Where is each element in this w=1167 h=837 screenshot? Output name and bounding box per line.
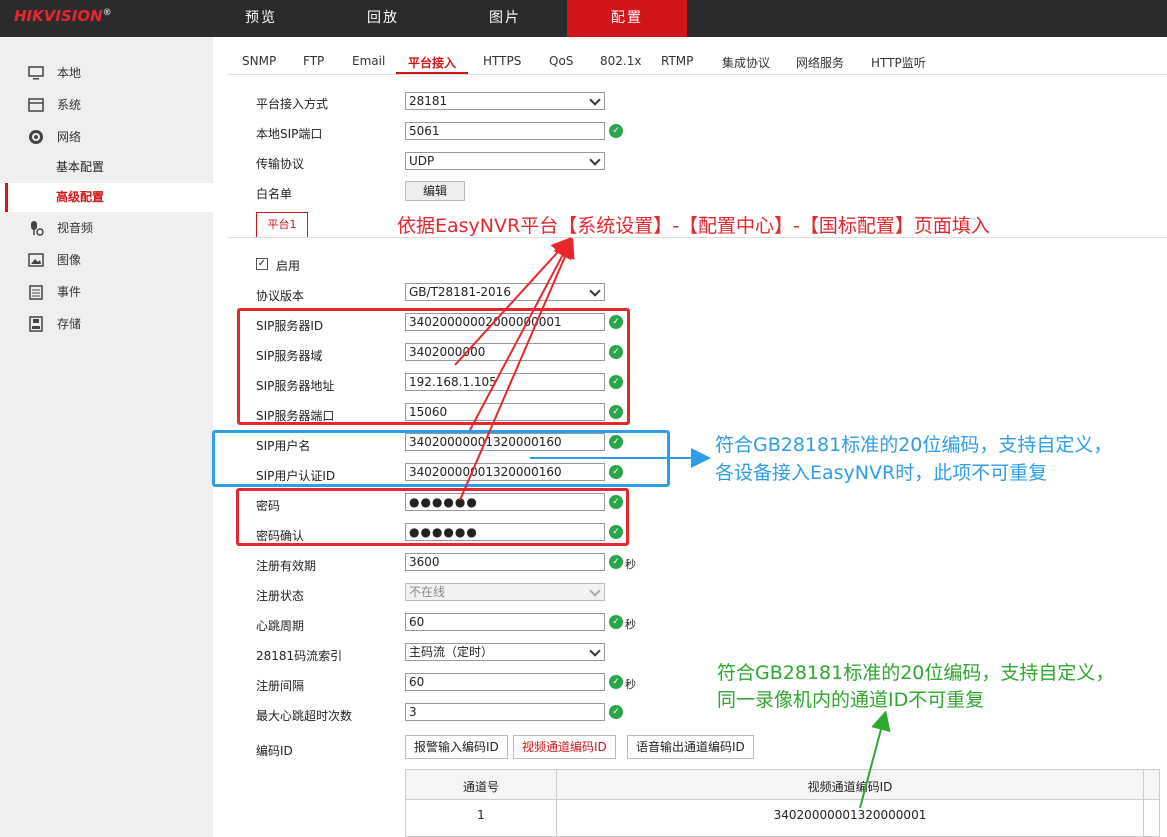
column-divider bbox=[1143, 770, 1144, 837]
sidebar-item-storage[interactable]: 存储 bbox=[0, 309, 213, 339]
register-interval-label: 注册间隔 bbox=[256, 679, 305, 693]
transport-select[interactable]: UDP bbox=[405, 152, 605, 170]
local-sip-port-label: 本地SIP端口 bbox=[256, 127, 323, 141]
annotation-box-sip-user bbox=[212, 430, 670, 487]
heartbeat-period-input[interactable]: 60 bbox=[405, 613, 605, 631]
tab-email[interactable]: Email bbox=[352, 54, 385, 74]
sidebar-item-label: 图像 bbox=[57, 253, 82, 267]
tab-qos[interactable]: QoS bbox=[549, 54, 573, 74]
seconds-unit: 秒 bbox=[625, 558, 636, 571]
enable-label: 启用 bbox=[276, 259, 301, 273]
hikvision-logo: HIKVISION® bbox=[14, 7, 112, 25]
nav-picture[interactable]: 图片 bbox=[445, 0, 565, 37]
annotation-green-line2: 同一录像机内的通道ID不可重复 bbox=[717, 689, 985, 711]
annotation-blue-line2: 各设备接入EasyNVR时，此项不可重复 bbox=[715, 462, 1048, 484]
tab-ftp[interactable]: FTP bbox=[303, 54, 324, 74]
access-mode-select[interactable]: 28181 bbox=[405, 92, 605, 110]
check-icon: ✓ bbox=[609, 555, 623, 569]
sidebar: 本地 系统 网络 基本配置 高级配置 视音频 图像 事件 存储 bbox=[0, 37, 213, 837]
annotation-green-line1: 符合GB28181标准的20位编码，支持自定义， bbox=[717, 662, 1115, 684]
tab-divider bbox=[228, 74, 1167, 75]
stream-index-label: 28181码流索引 bbox=[256, 649, 343, 663]
transport-label: 传输协议 bbox=[256, 157, 305, 171]
tab-video-channel-code-id[interactable]: 视频通道编码ID bbox=[513, 735, 616, 759]
channel-code-table: 通道号 视频通道编码ID 1 34020000001320000001 bbox=[405, 769, 1160, 837]
sidebar-item-label: 事件 bbox=[57, 285, 82, 299]
tab-snmp[interactable]: SNMP bbox=[242, 54, 276, 74]
tab-https[interactable]: HTTPS bbox=[483, 54, 521, 74]
whitelist-label: 白名单 bbox=[256, 187, 293, 201]
platform-1-tab[interactable]: 平台1 bbox=[256, 212, 308, 238]
nav-playback[interactable]: 回放 bbox=[323, 0, 443, 37]
table-cell-channel-no: 1 bbox=[477, 808, 485, 822]
top-navigation-bar: HIKVISION® 预览 回放 图片 配置 bbox=[0, 0, 1167, 37]
audio-video-icon bbox=[31, 221, 44, 236]
max-heartbeat-timeout-label: 最大心跳超时次数 bbox=[256, 709, 353, 723]
sidebar-item-label: 本地 bbox=[57, 66, 82, 80]
system-icon bbox=[28, 98, 44, 112]
sidebar-item-event[interactable]: 事件 bbox=[0, 277, 213, 307]
register-validity-input[interactable]: 3600 bbox=[405, 553, 605, 571]
sidebar-item-label: 系统 bbox=[57, 98, 82, 112]
sidebar-item-network[interactable]: 网络 bbox=[0, 122, 213, 152]
annotation-box-password bbox=[236, 488, 629, 546]
table-header-channel-no: 通道号 bbox=[462, 780, 499, 794]
register-validity-label: 注册有效期 bbox=[256, 559, 317, 573]
protocol-version-select[interactable]: GB/T28181-2016 bbox=[405, 283, 605, 301]
tab-8021x[interactable]: 802.1x bbox=[600, 54, 641, 74]
local-sip-port-input[interactable]: 5061 bbox=[405, 122, 605, 140]
sidebar-item-label: 存储 bbox=[57, 317, 82, 331]
nav-preview[interactable]: 预览 bbox=[201, 0, 321, 37]
globe-icon bbox=[29, 130, 43, 144]
tab-http-listen[interactable]: HTTP监听 bbox=[871, 54, 926, 74]
seconds-unit: 秒 bbox=[625, 618, 636, 631]
enable-checkbox[interactable]: ✓ bbox=[256, 258, 268, 270]
tab-network-service[interactable]: 网络服务 bbox=[796, 54, 844, 74]
whitelist-edit-button[interactable]: 编辑 bbox=[405, 181, 465, 201]
register-status-select: 不在线 bbox=[405, 583, 605, 601]
protocol-version-label: 协议版本 bbox=[256, 289, 305, 303]
table-cell-video-channel-code-id[interactable]: 34020000001320000001 bbox=[557, 808, 1143, 822]
monitor-icon bbox=[28, 66, 44, 80]
event-icon bbox=[29, 285, 43, 300]
seconds-unit: 秒 bbox=[625, 678, 636, 691]
annotation-blue-line1: 符合GB28181标准的20位编码，支持自定义， bbox=[715, 434, 1113, 456]
sidebar-item-audio-video[interactable]: 视音频 bbox=[0, 213, 213, 243]
check-icon: ✓ bbox=[609, 705, 623, 719]
register-status-label: 注册状态 bbox=[256, 589, 305, 603]
tab-alarm-input-code-id[interactable]: 报警输入编码ID bbox=[405, 735, 508, 759]
tab-rtmp[interactable]: RTMP bbox=[661, 54, 693, 74]
register-interval-input[interactable]: 60 bbox=[405, 673, 605, 691]
storage-icon bbox=[29, 316, 43, 332]
stream-index-select[interactable]: 主码流（定时） bbox=[405, 643, 605, 661]
sidebar-subitem-basic-config[interactable]: 基本配置 bbox=[0, 153, 213, 182]
check-icon: ✓ bbox=[609, 615, 623, 629]
heartbeat-period-label: 心跳周期 bbox=[256, 619, 305, 633]
image-icon bbox=[28, 253, 44, 267]
check-icon: ✓ bbox=[609, 675, 623, 689]
sidebar-item-system[interactable]: 系统 bbox=[0, 90, 213, 120]
sidebar-subitem-advanced-config[interactable]: 高级配置 bbox=[0, 183, 213, 212]
max-heartbeat-timeout-input[interactable]: 3 bbox=[405, 703, 605, 721]
sidebar-item-label: 视音频 bbox=[57, 221, 94, 235]
tab-audio-output-code-id[interactable]: 语音输出通道编码ID bbox=[627, 735, 754, 759]
sidebar-item-local[interactable]: 本地 bbox=[0, 58, 213, 88]
sidebar-item-image[interactable]: 图像 bbox=[0, 245, 213, 275]
sidebar-item-label: 网络 bbox=[57, 130, 82, 144]
access-mode-label: 平台接入方式 bbox=[256, 97, 329, 111]
code-id-label: 编码ID bbox=[256, 744, 293, 758]
table-header-video-channel-code-id: 视频通道编码ID bbox=[807, 780, 893, 794]
tab-integration-protocol[interactable]: 集成协议 bbox=[722, 54, 770, 74]
tab-platform-access[interactable]: 平台接入 bbox=[408, 54, 456, 74]
annotation-box-sip-server bbox=[237, 308, 630, 425]
nav-configuration[interactable]: 配置 bbox=[567, 0, 687, 37]
annotation-easynvr-source: 依据EasyNVR平台【系统设置】-【配置中心】-【国标配置】页面填入 bbox=[397, 215, 990, 237]
check-icon: ✓ bbox=[609, 124, 623, 138]
